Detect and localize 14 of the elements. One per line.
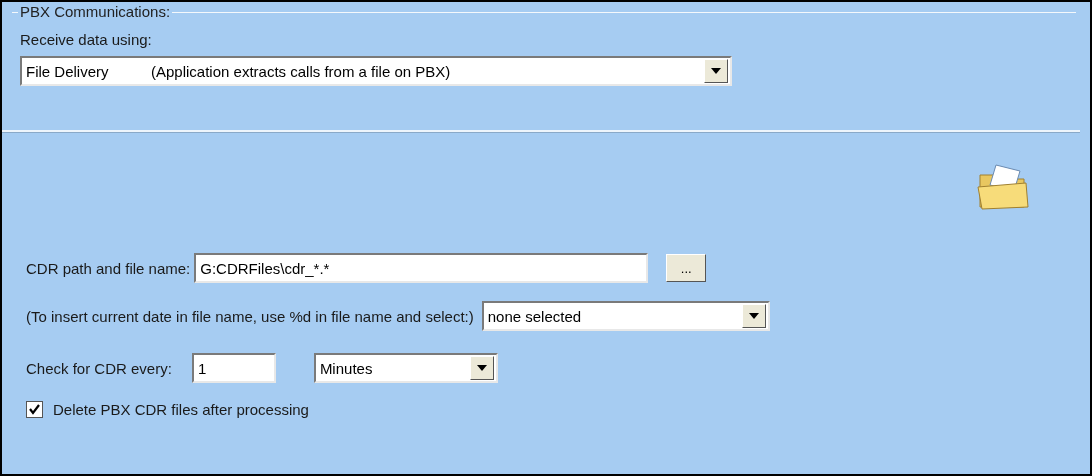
group-title: PBX Communications: xyxy=(18,3,173,20)
hint-text: (To insert current date in file name, use %d in file name and select:) xyxy=(26,307,474,325)
field-label: Receive data using: xyxy=(20,31,152,48)
field-label: CDR path and file name: xyxy=(26,259,191,277)
checkbox-label: Delete PBX CDR files after processing xyxy=(53,401,309,418)
browse-button[interactable]: ... xyxy=(666,254,707,282)
interval-unit-dropdown[interactable]: Minutes xyxy=(313,353,498,383)
date-format-dropdown[interactable]: none selected xyxy=(481,301,770,331)
checkbox[interactable] xyxy=(26,401,43,418)
receive-method-dropdown[interactable]: File Delivery (Application extracts calls from a file on PBX) xyxy=(20,56,732,86)
cdr-path-field[interactable]: G:CDRFiles\cdr_*.* xyxy=(194,253,649,283)
folder-icon xyxy=(976,161,1032,213)
field-label: Check for CDR every: xyxy=(26,359,172,377)
interval-field[interactable]: 1 xyxy=(191,353,276,383)
